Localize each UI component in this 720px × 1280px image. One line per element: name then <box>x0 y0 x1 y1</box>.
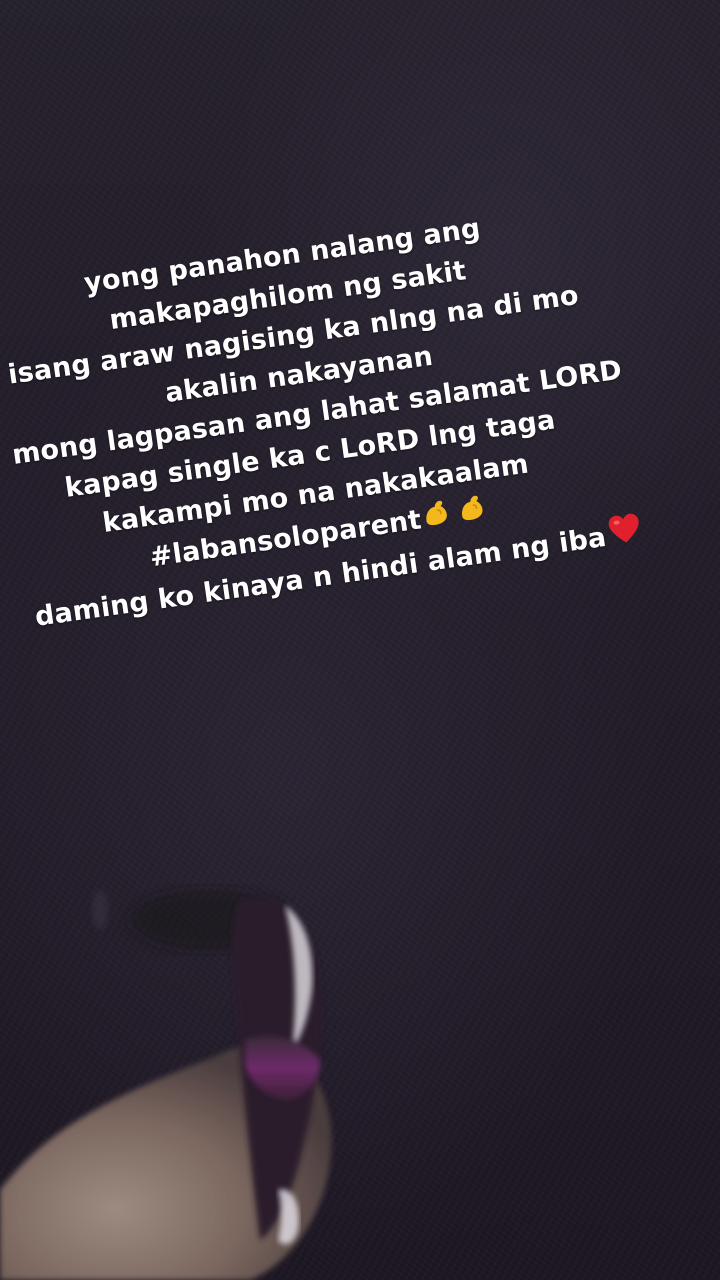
video-frame: yong panahon nalang ang makapaghilom ng … <box>0 0 720 1280</box>
overlay-caption: yong panahon nalang ang makapaghilom ng … <box>0 196 639 641</box>
foot-in-sandal-image <box>0 890 332 1280</box>
red-heart-icon <box>605 511 645 559</box>
flexed-biceps-icon <box>456 490 496 536</box>
flexed-biceps-icon <box>420 495 460 541</box>
